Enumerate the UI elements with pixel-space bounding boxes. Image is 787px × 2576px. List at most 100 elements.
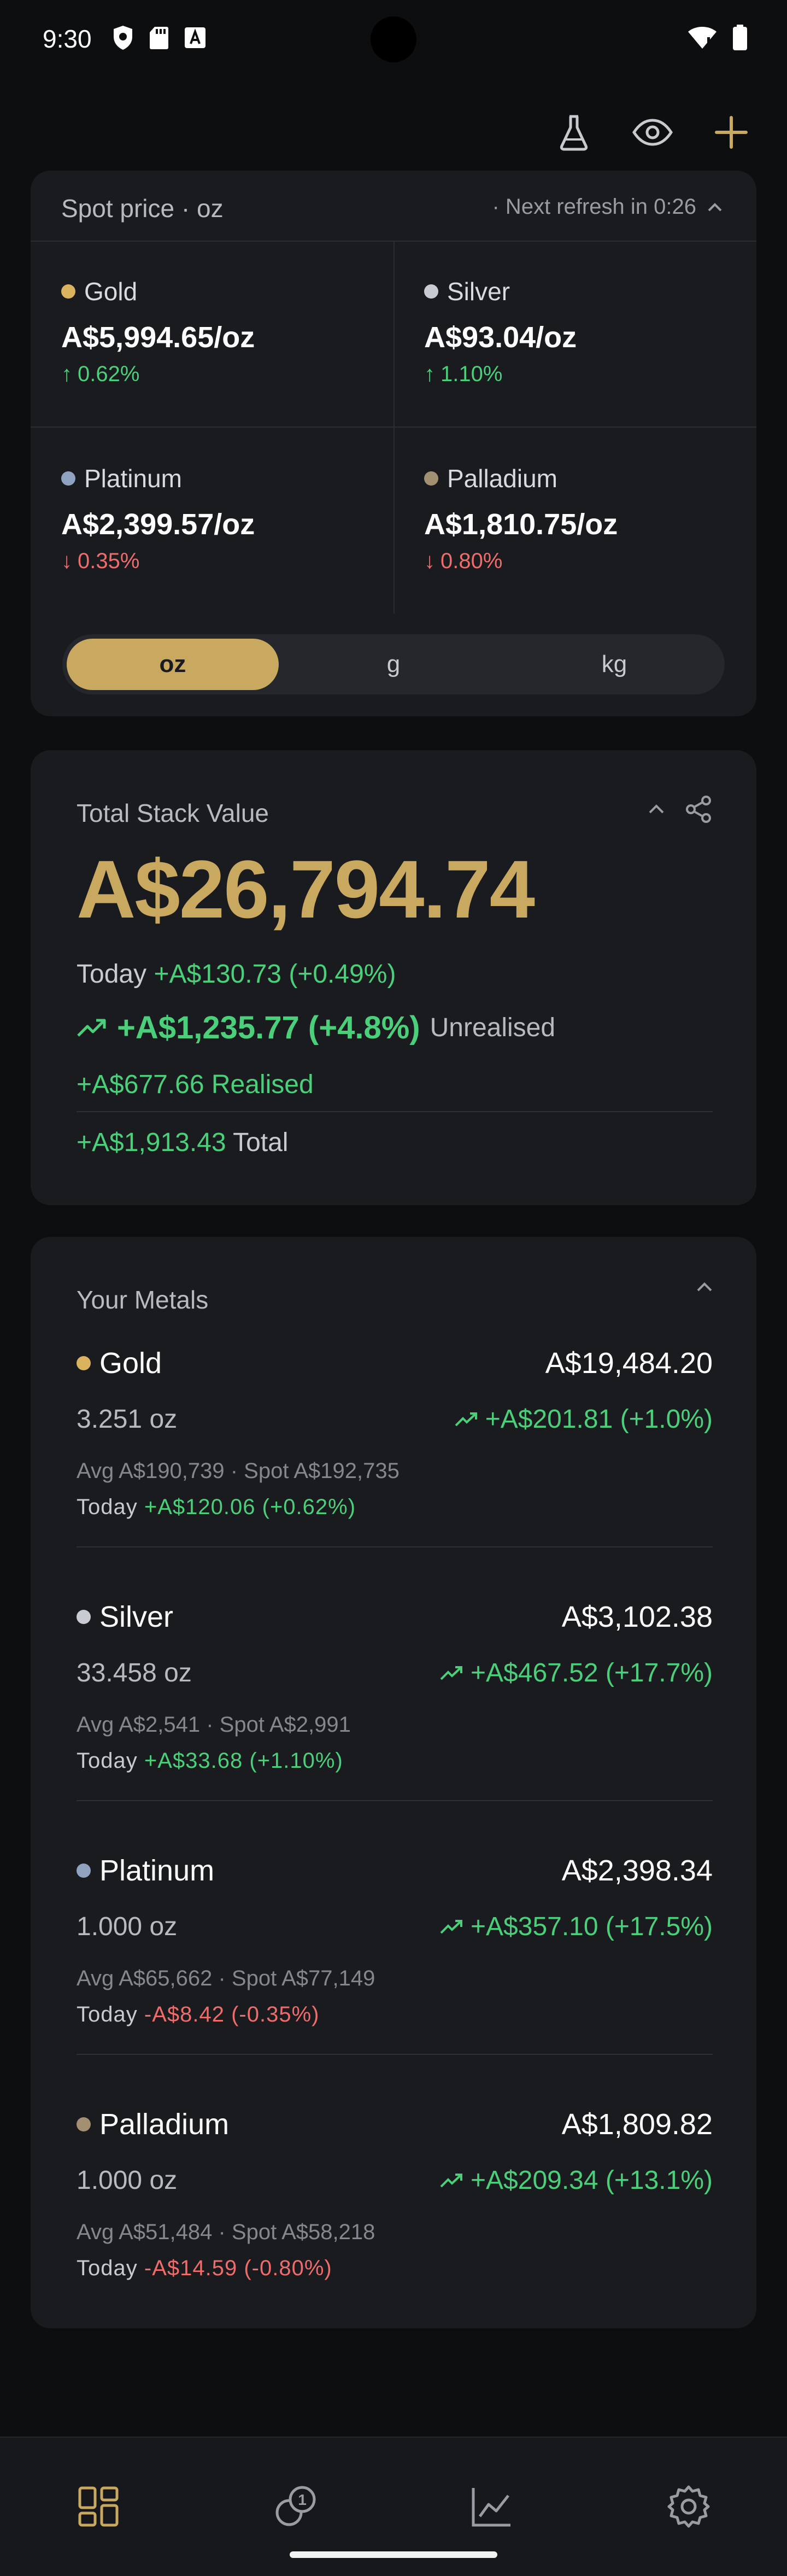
camera-cutout (371, 16, 416, 62)
plus-icon (715, 116, 748, 149)
divider (77, 2054, 713, 2055)
holding-palladium[interactable]: Palladium A$1,809.82 1.000 oz +A$209.34 … (77, 2107, 713, 2361)
metal-change: ↑ 1.10% (424, 362, 502, 387)
spot-cell-gold: Gold A$5,994.65/oz ↑ 0.62% (31, 241, 395, 428)
change-value: 0.35% (78, 549, 140, 573)
metal-price: A$5,994.65/oz (61, 321, 255, 354)
home-indicator[interactable] (290, 2551, 497, 2558)
silver-dot (424, 284, 438, 299)
holding-value: A$19,484.20 (545, 1347, 713, 1380)
metals-title: Your Metals (77, 1286, 209, 1314)
arrow-up-icon: ↑ (424, 362, 435, 386)
nav-chart[interactable] (459, 2474, 525, 2539)
holding-name-text: Palladium (99, 2108, 230, 2141)
metals-collapse[interactable] (696, 1282, 713, 1295)
arrow-down-icon: ↓ (61, 549, 72, 573)
eye-icon (632, 119, 673, 146)
divider (77, 1800, 713, 1801)
today-label: Today (77, 1495, 138, 1519)
today-value: +A$130.73 (+0.49%) (154, 960, 396, 989)
unit-g-button[interactable]: g (287, 639, 500, 690)
holding-gain-value: +A$209.34 (+13.1%) (471, 2166, 713, 2195)
holding-gain-value: +A$467.52 (+17.7%) (471, 1658, 713, 1687)
spot-header[interactable]: Spot price · oz · Next refresh in 0:26 (31, 171, 756, 242)
holding-silver[interactable]: Silver A$3,102.38 33.458 oz +A$467.52 (+… (77, 1600, 713, 1854)
top-actions (551, 109, 754, 155)
total-gain: +A$1,913.43 Total (77, 1128, 288, 1158)
unit-oz-button[interactable]: oz (67, 639, 279, 690)
holding-qty: 1.000 oz (77, 1912, 178, 1941)
holding-name: Palladium (77, 2107, 229, 2141)
chevron-up-icon[interactable] (707, 202, 723, 212)
arrow-down-icon: ↓ (424, 549, 435, 573)
chart-icon (472, 2488, 510, 2527)
holding-today: Today +A$120.06 (+0.62%) (77, 1495, 356, 1520)
gold-dot (77, 1356, 91, 1370)
today-label: Today (77, 2002, 138, 2026)
bottom-nav: 1 (0, 2437, 787, 2576)
silver-dot (77, 1610, 91, 1624)
unit-kg-button[interactable]: kg (508, 639, 720, 690)
metal-name: Gold (84, 277, 138, 306)
holding-platinum[interactable]: Platinum A$2,398.34 1.000 oz +A$357.10 (… (77, 1854, 713, 2107)
holding-gold[interactable]: Gold A$19,484.20 3.251 oz +A$201.81 (+1.… (77, 1346, 713, 1600)
holding-value: A$3,102.38 (561, 1600, 713, 1633)
metal-change: ↑ 0.62% (61, 362, 139, 387)
your-metals-card: Your Metals Gold A$19,484.20 3.251 oz +A… (31, 1237, 756, 2328)
spot-cell-palladium: Palladium A$1,810.75/oz ↓ 0.80% (393, 428, 756, 614)
holding-gain-value: +A$357.10 (+17.5%) (471, 1912, 713, 1941)
coins-icon: 1 (275, 2486, 316, 2526)
palladium-dot (77, 2117, 91, 2131)
unrealised-label: Unrealised (430, 1013, 556, 1042)
total-label: Total Stack Value (77, 799, 269, 827)
holding-today: Today -A$14.59 (-0.80%) (77, 2256, 332, 2281)
today-change: Today +A$130.73 (+0.49%) (77, 959, 396, 989)
metal-name: Platinum (84, 464, 182, 493)
settings-icon (667, 2485, 710, 2528)
shield-icon (114, 26, 132, 50)
today-value: -A$8.42 (-0.35%) (144, 2002, 320, 2026)
holding-name-text: Silver (99, 1600, 174, 1633)
flask-button[interactable] (551, 109, 597, 155)
metal-label: Palladium (424, 464, 557, 493)
arrow-up-icon: ↑ (61, 362, 72, 386)
status-system-icons (688, 25, 748, 51)
spot-cell-platinum: Platinum A$2,399.57/oz ↓ 0.35% (31, 428, 395, 614)
metal-price: A$2,399.57/oz (61, 508, 255, 541)
status-time: 9:30 (43, 25, 92, 53)
status-bar: 9:30 (0, 0, 787, 82)
share-icon[interactable] (684, 795, 713, 823)
metal-name: Palladium (447, 464, 557, 493)
holding-avg-spot: Avg A$51,484 · Spot A$58,218 (77, 2220, 375, 2244)
svg-text:1: 1 (298, 2491, 307, 2508)
metal-label: Silver (424, 277, 510, 306)
nav-settings[interactable] (656, 2474, 721, 2539)
dashboard-icon (78, 2486, 119, 2527)
today-value: +A$120.06 (+0.62%) (144, 1495, 356, 1519)
holding-avg-spot: Avg A$65,662 · Spot A$77,149 (77, 1966, 375, 1990)
chevron-up-icon[interactable] (648, 804, 665, 815)
holding-name: Silver (77, 1600, 173, 1634)
holding-value: A$1,809.82 (561, 2108, 713, 2141)
chevron-up-icon (697, 1282, 712, 1292)
battery-icon (733, 25, 747, 50)
add-button[interactable] (708, 109, 754, 155)
flask-icon (560, 115, 588, 151)
today-label: Today (77, 2256, 138, 2280)
nav-coins[interactable]: 1 (262, 2474, 328, 2539)
holding-gain: +A$467.52 (+17.7%) (440, 1658, 713, 1688)
text-a-icon (185, 27, 205, 48)
holding-avg-spot: Avg A$190,739 · Spot A$192,735 (77, 1459, 400, 1483)
nav-dashboard[interactable] (66, 2474, 131, 2539)
holding-avg-spot: Avg A$2,541 · Spot A$2,991 (77, 1713, 351, 1737)
metal-change: ↓ 0.80% (424, 549, 502, 574)
holding-value: A$2,398.34 (561, 1854, 713, 1887)
sd-card-icon (150, 27, 168, 49)
visibility-button[interactable] (630, 109, 676, 155)
realised-gain: +A$677.66 Realised (77, 1070, 314, 1099)
today-label: Today (77, 960, 147, 989)
unrealised-value: +A$1,235.77 (+4.8%) (117, 1010, 420, 1045)
holding-qty: 1.000 oz (77, 2166, 178, 2195)
trending-up-icon (77, 1019, 106, 1037)
spot-title: Spot price · oz (61, 194, 224, 223)
